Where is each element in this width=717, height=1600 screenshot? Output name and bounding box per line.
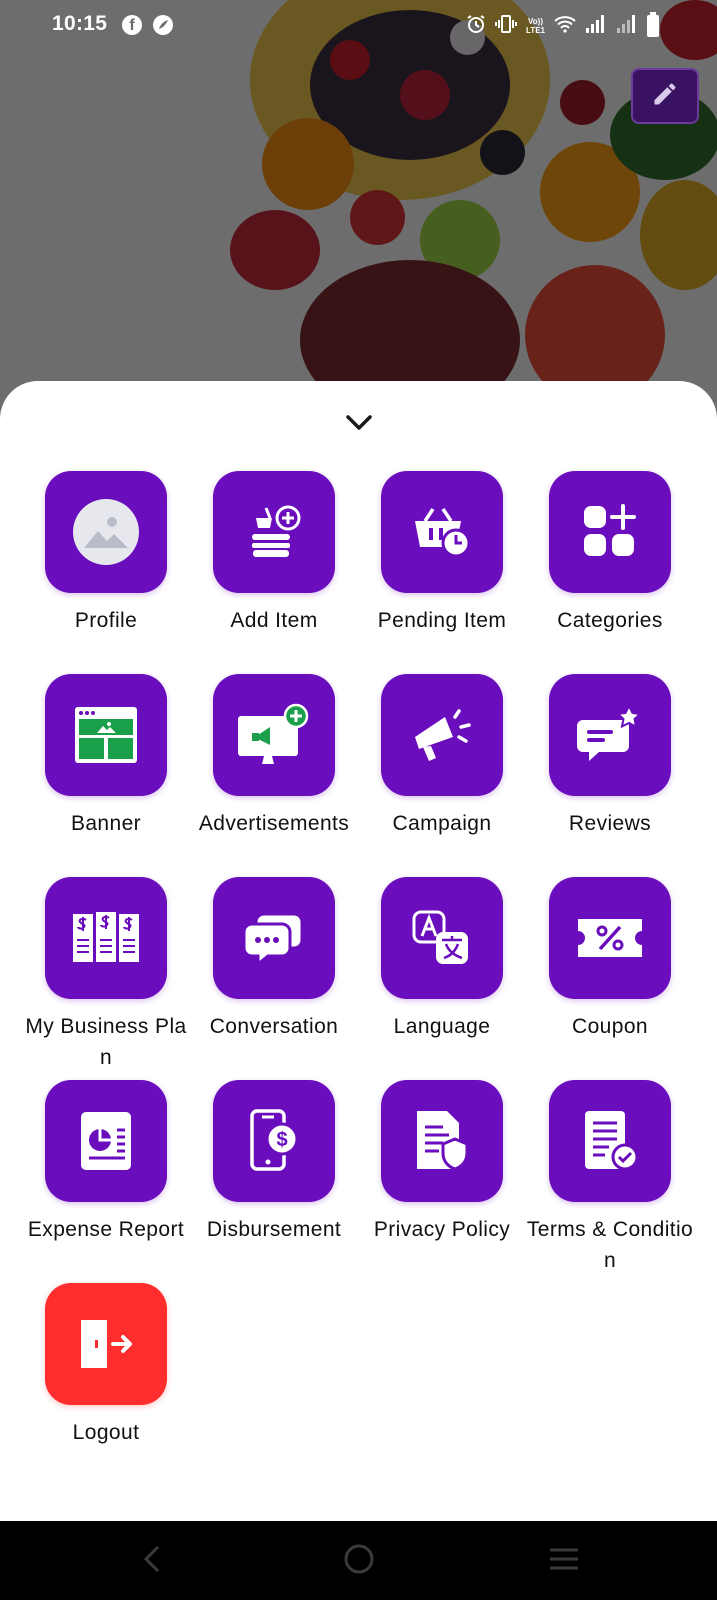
battery-icon xyxy=(647,12,659,37)
menu-bottom-sheet: Profile Add Item Pending Item Categories xyxy=(0,381,717,1521)
volte-indicator: Vo)) LTE1 xyxy=(526,17,545,35)
status-time: 10:15 xyxy=(52,12,108,35)
menu-item-label: Profile xyxy=(74,609,138,632)
menu-item-label: Expense Report xyxy=(27,1218,185,1241)
signal-icon-secondary xyxy=(616,14,638,39)
coupon-icon xyxy=(549,877,671,999)
menu-lines-icon xyxy=(548,1546,580,1577)
business-plan-icon xyxy=(45,877,167,999)
facebook-notification-icon: f xyxy=(122,15,142,35)
menu-item-pending-item[interactable]: Pending Item xyxy=(358,471,526,674)
menu-item-label: Conversation xyxy=(209,1015,339,1038)
menu-item-label: Campaign xyxy=(392,812,492,835)
svg-text:$: $ xyxy=(276,1129,287,1151)
menu-item-label: Add Item xyxy=(230,609,318,632)
pending-basket-icon xyxy=(381,471,503,593)
phone-payment-icon: $ xyxy=(213,1080,335,1202)
header-background-image xyxy=(0,0,717,420)
menu-item-label: My Business Plan xyxy=(25,1015,187,1069)
alarm-icon xyxy=(466,14,486,39)
home-circle-icon xyxy=(343,1543,375,1580)
megaphone-icon xyxy=(381,674,503,796)
menu-item-advertisements[interactable]: Advertisements xyxy=(190,674,358,877)
add-item-icon xyxy=(213,471,335,593)
edit-cover-button[interactable] xyxy=(631,68,699,124)
menu-item-label: Banner xyxy=(70,812,142,835)
menu-grid: Profile Add Item Pending Item Categories xyxy=(22,471,695,1486)
profile-image-icon xyxy=(45,471,167,593)
menu-item-label: Language xyxy=(393,1015,491,1038)
lte-label: LTE1 xyxy=(526,26,545,35)
vibrate-icon xyxy=(495,14,518,39)
menu-item-label: Terms & Condition xyxy=(526,1218,694,1272)
menu-item-reviews[interactable]: Reviews xyxy=(526,674,694,877)
translate-icon xyxy=(381,877,503,999)
menu-item-my-business-plan[interactable]: My Business Plan xyxy=(22,877,190,1080)
back-chevron-icon xyxy=(142,1544,162,1579)
menu-item-label: Categories xyxy=(557,609,663,632)
menu-item-label: Pending Item xyxy=(377,609,507,632)
logout-door-icon xyxy=(45,1283,167,1405)
collapse-sheet-button[interactable] xyxy=(341,411,377,439)
terms-check-icon xyxy=(549,1080,671,1202)
menu-item-disbursement[interactable]: $ Disbursement xyxy=(190,1080,358,1283)
app-notification-icon xyxy=(153,15,173,35)
menu-item-categories[interactable]: Categories xyxy=(526,471,694,674)
image-dim-overlay xyxy=(0,0,717,420)
review-star-icon xyxy=(549,674,671,796)
categories-icon xyxy=(549,471,671,593)
menu-item-coupon[interactable]: Coupon xyxy=(526,877,694,1080)
menu-item-add-item[interactable]: Add Item xyxy=(190,471,358,674)
menu-item-label: Reviews xyxy=(568,812,652,835)
privacy-document-icon xyxy=(381,1080,503,1202)
menu-item-label: Coupon xyxy=(572,1015,648,1038)
nav-recents-button[interactable] xyxy=(546,1543,582,1579)
banner-icon xyxy=(45,674,167,796)
menu-item-profile[interactable]: Profile xyxy=(22,471,190,674)
expense-report-icon xyxy=(45,1080,167,1202)
signal-icon xyxy=(585,14,607,39)
menu-item-logout[interactable]: Logout xyxy=(22,1283,190,1486)
volte-label: Vo)) xyxy=(528,17,543,26)
nav-home-button[interactable] xyxy=(341,1543,377,1579)
menu-item-expense-report[interactable]: Expense Report xyxy=(22,1080,190,1283)
pencil-icon xyxy=(651,80,679,113)
menu-item-label: Logout xyxy=(72,1421,140,1444)
chat-bubbles-icon xyxy=(213,877,335,999)
advertisement-icon xyxy=(213,674,335,796)
wifi-icon xyxy=(554,15,576,38)
menu-item-campaign[interactable]: Campaign xyxy=(358,674,526,877)
menu-item-label: Advertisements xyxy=(198,812,350,835)
menu-item-privacy-policy[interactable]: Privacy Policy xyxy=(358,1080,526,1283)
status-bar: 10:15 f Vo)) LTE1 xyxy=(0,0,717,54)
menu-item-banner[interactable]: Banner xyxy=(22,674,190,877)
menu-item-conversation[interactable]: Conversation xyxy=(190,877,358,1080)
menu-item-label: Privacy Policy xyxy=(373,1218,511,1241)
menu-item-terms-condition[interactable]: Terms & Condition xyxy=(526,1080,694,1283)
system-navigation-bar xyxy=(0,1521,717,1600)
menu-item-label: Disbursement xyxy=(206,1218,342,1241)
menu-item-language[interactable]: Language xyxy=(358,877,526,1080)
chevron-down-icon xyxy=(345,414,373,437)
nav-back-button[interactable] xyxy=(134,1543,170,1579)
